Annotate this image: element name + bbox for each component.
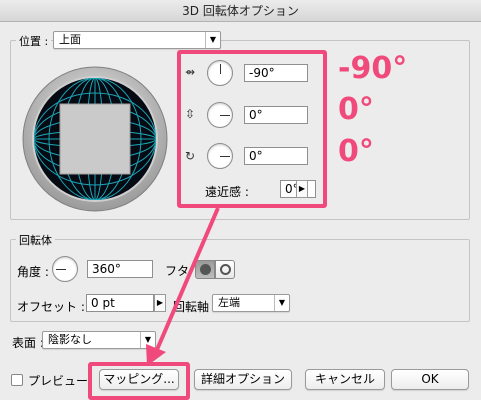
mapping-button[interactable]: マッピング... [99,369,179,390]
ok-button[interactable]: OK [391,369,469,390]
cancel-button[interactable]: キャンセル [305,369,385,390]
preview-label[interactable]: プレビュー [28,372,88,389]
annotation-arrow [146,207,220,366]
more-options-button[interactable]: 詳細オプション [194,369,292,390]
preview-checkbox[interactable] [11,374,23,386]
